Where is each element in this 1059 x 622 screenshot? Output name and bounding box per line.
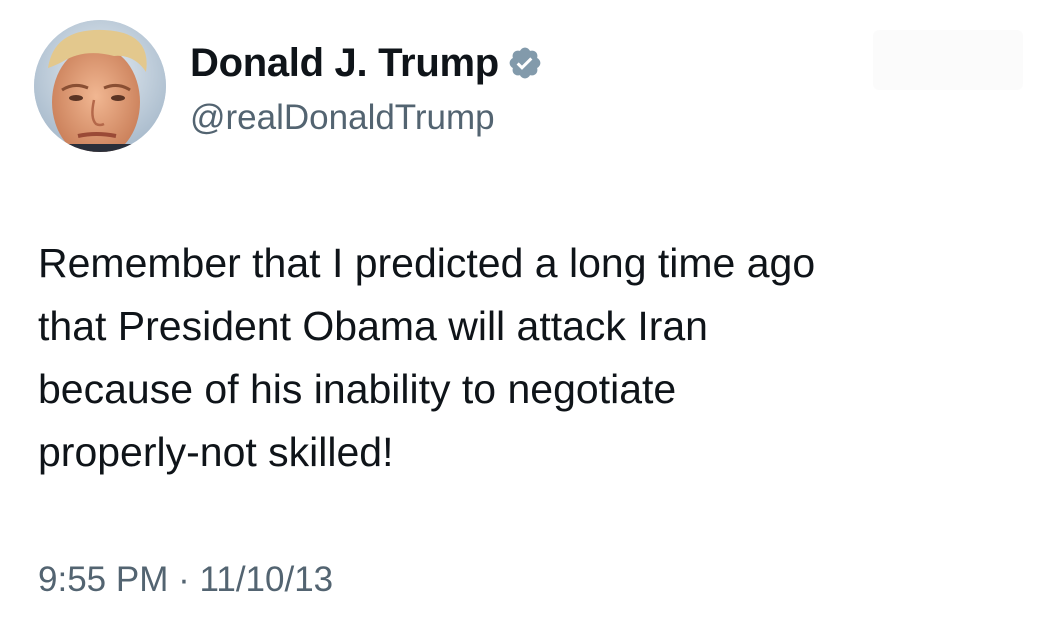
tweet-text-line: properly-not skilled! — [38, 429, 394, 475]
tweet-text-line: because of his inability to negotiate — [38, 366, 677, 412]
user-handle[interactable]: @realDonaldTrump — [190, 96, 495, 140]
profile-photo-icon — [34, 20, 166, 152]
tweet-text-line: that President Obama will attack Iran — [38, 303, 708, 349]
timestamp[interactable]: 9:55 PM · 11/10/13 — [38, 558, 333, 602]
avatar[interactable] — [34, 20, 166, 152]
tweet-date: 11/10/13 — [199, 560, 334, 599]
tweet-text-line: Remember that I predicted a long time ag… — [38, 240, 816, 286]
tweet-text: Remember that I predicted a long time ag… — [38, 232, 1028, 484]
faded-header-area — [873, 30, 1023, 90]
tweet-time: 9:55 PM — [38, 560, 169, 599]
verified-badge-icon — [507, 45, 543, 81]
timestamp-separator: · — [178, 560, 190, 599]
display-name[interactable]: Donald J. Trump — [190, 38, 499, 88]
name-row: Donald J. Trump — [190, 38, 543, 88]
tweet-card: Donald J. Trump @realDonaldTrump Remembe… — [0, 0, 1059, 622]
